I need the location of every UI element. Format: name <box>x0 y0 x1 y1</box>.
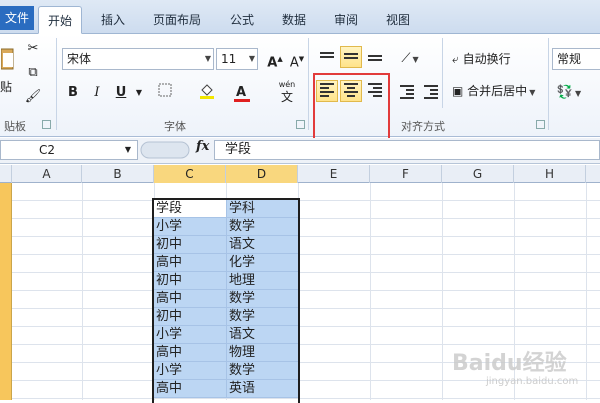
format-painter-icon[interactable]: 🖌 <box>22 86 44 108</box>
formula-input[interactable]: 学段 <box>214 140 600 160</box>
cell-reference: C2 <box>39 143 56 157</box>
tab-formulas[interactable]: 公式 <box>222 6 262 34</box>
group-separator <box>56 38 57 130</box>
grow-font-icon[interactable]: A▲ <box>264 48 286 70</box>
currency-format-icon[interactable]: 💱 ▼ <box>554 82 584 104</box>
chevron-down-icon[interactable]: ▼ <box>128 82 150 104</box>
wrap-text-label: 自动换行 <box>462 52 511 66</box>
alignment-group-label: 对齐方式 <box>401 120 445 133</box>
grid-column-line <box>586 183 587 400</box>
formula-bar-grip-icon <box>140 141 190 159</box>
font-launcher-icon[interactable] <box>296 120 305 129</box>
number-format-value: 常规 <box>557 52 582 66</box>
group-separator <box>548 38 549 130</box>
chevron-down-icon: ▼ <box>204 54 211 63</box>
grid-row-line <box>12 326 600 327</box>
insert-function-icon[interactable]: fx <box>196 139 209 154</box>
grid-row-line <box>12 290 600 291</box>
column-header-f[interactable]: F <box>370 165 442 183</box>
watermark-url: jingyan.baidu.com <box>486 376 579 387</box>
row-headers[interactable] <box>0 183 12 400</box>
italic-icon[interactable]: I <box>86 82 108 104</box>
column-header-g[interactable]: G <box>442 165 514 183</box>
ribbon: 贴 ✂ ⧉ 🖌 贴板 宋体 ▼ 11 ▼ A▲ A▼ B I U ▼ A wén 文 … <box>0 34 600 151</box>
align-middle-icon[interactable] <box>340 46 362 68</box>
chevron-down-icon: ▼ <box>124 145 131 154</box>
group-separator <box>442 38 443 108</box>
watermark: Baidu经验 <box>452 351 567 376</box>
group-separator <box>308 38 309 130</box>
grid-row-line <box>12 254 600 255</box>
phonetic-char: 文 <box>280 90 293 104</box>
tab-home[interactable]: 开始 <box>38 6 82 34</box>
fill-color-icon[interactable] <box>196 82 218 104</box>
grid-row-line <box>12 272 600 273</box>
orientation-icon[interactable]: ⟋ ▼ <box>396 48 424 70</box>
grid-column-line <box>442 183 443 400</box>
font-name-select[interactable]: 宋体 ▼ <box>62 48 214 70</box>
alignment-launcher-icon[interactable] <box>536 120 545 129</box>
column-header-d[interactable]: D <box>226 165 298 183</box>
column-header-b[interactable]: B <box>82 165 154 183</box>
merge-center-button[interactable]: ▣ 合并后居中 ▼ <box>452 80 546 102</box>
font-group-label: 字体 <box>164 120 186 133</box>
grid-row-line <box>12 398 600 399</box>
column-header-a[interactable]: A <box>12 165 82 183</box>
paste-label[interactable]: 贴 <box>0 78 12 95</box>
grid-column-line <box>370 183 371 400</box>
tab-review[interactable]: 审阅 <box>326 6 366 34</box>
font-size-value: 11 <box>221 52 237 66</box>
copy-icon[interactable]: ⧉ <box>22 62 44 84</box>
name-box[interactable]: C2 ▼ <box>0 140 138 160</box>
column-header-e[interactable]: E <box>298 165 370 183</box>
grid-row-line <box>12 200 600 201</box>
merge-center-icon: ▣ <box>452 84 464 98</box>
border-icon[interactable] <box>154 82 176 104</box>
tab-insert[interactable]: 插入 <box>92 6 134 34</box>
font-size-select[interactable]: 11 ▼ <box>216 48 258 70</box>
align-top-icon[interactable] <box>316 46 338 68</box>
clipboard-launcher-icon[interactable] <box>42 120 51 129</box>
merge-center-label: 合并后居中 <box>467 84 528 98</box>
grid-row-line <box>12 308 600 309</box>
decrease-indent-icon[interactable] <box>396 82 418 104</box>
ribbon-tab-bar: 文件 开始 插入 页面布局 公式 数据 审阅 视图 <box>0 0 600 34</box>
grid-column-line <box>82 183 83 400</box>
shrink-font-icon[interactable]: A▼ <box>286 48 308 70</box>
clipboard-group-label: 贴板 <box>4 120 26 133</box>
column-headers: A B C D E F G H <box>0 165 600 183</box>
font-name-value: 宋体 <box>67 52 92 66</box>
formula-bar: C2 ▼ fx 学段 <box>0 138 600 164</box>
tab-data[interactable]: 数据 <box>274 6 314 34</box>
chevron-down-icon: ▼ <box>248 54 255 63</box>
phonetic-icon[interactable]: wén 文 <box>272 78 302 108</box>
tab-page-layout[interactable]: 页面布局 <box>144 6 210 34</box>
increase-indent-icon[interactable] <box>420 82 442 104</box>
grid-row-line <box>12 218 600 219</box>
tab-view[interactable]: 视图 <box>378 6 418 34</box>
column-header-c[interactable]: C <box>154 165 226 183</box>
align-bottom-icon[interactable] <box>364 46 386 68</box>
wrap-text-button[interactable]: ⤶ 自动换行 <box>452 48 546 70</box>
wrap-text-icon: ⤶ <box>452 52 459 66</box>
bold-icon[interactable]: B <box>62 82 84 104</box>
number-format-select[interactable]: 常规 <box>552 48 600 70</box>
chevron-down-icon: ▼ <box>529 88 536 97</box>
selection-border <box>152 198 300 403</box>
tab-file[interactable]: 文件 <box>0 6 34 30</box>
select-all-corner[interactable] <box>0 165 12 183</box>
cut-icon[interactable]: ✂ <box>22 38 44 60</box>
font-color-icon[interactable]: A <box>230 82 252 104</box>
column-header-h[interactable]: H <box>514 165 586 183</box>
grid-row-line <box>12 236 600 237</box>
